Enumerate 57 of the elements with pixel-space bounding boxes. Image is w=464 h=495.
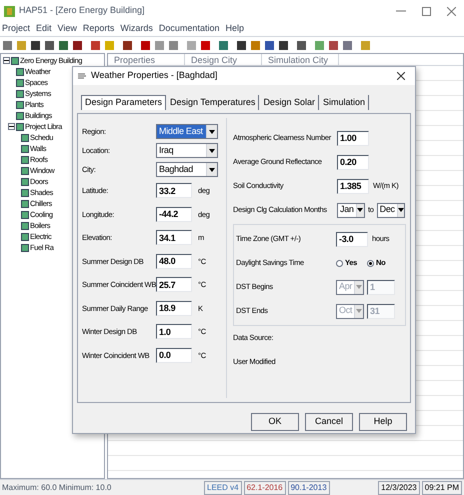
input-field[interactable]: 0.0 [156, 348, 192, 363]
toolbar-icon[interactable] [296, 40, 307, 50]
column-header[interactable]: Simulation City [262, 54, 339, 65]
dropdown[interactable]: Jan [337, 202, 365, 218]
menu-item[interactable]: Edit [36, 22, 52, 36]
dropdown[interactable]: Middle East [156, 124, 218, 139]
dropdown[interactable]: Dec [376, 202, 405, 218]
menu-item[interactable]: Wizards [120, 22, 153, 36]
window-title: HAP51 - [Zero Energy Building] [19, 4, 145, 18]
tab[interactable]: Design Parameters [81, 95, 166, 110]
dropdown[interactable]: Baghdad [156, 162, 218, 177]
column-header[interactable]: Design City [185, 54, 262, 65]
input-field[interactable]: 33.2 [156, 183, 192, 198]
menu-item[interactable]: View [58, 22, 77, 36]
input-field[interactable]: -44.2 [156, 206, 192, 222]
input-field[interactable]: 1.385 [337, 178, 369, 194]
input-field[interactable]: 18.9 [156, 300, 192, 316]
toolbar-icon[interactable] [122, 40, 133, 50]
menu-item[interactable]: Project [2, 22, 30, 36]
status-badge: 90.1-2013 [288, 480, 330, 494]
input-field[interactable]: 1.0 [156, 324, 192, 340]
app-icon [4, 6, 15, 16]
dialog-button[interactable]: Cancel [305, 413, 353, 431]
maximize-icon[interactable] [422, 6, 431, 16]
status-badge: 62.1-2016 [244, 480, 286, 494]
toolbar-icon[interactable] [90, 40, 101, 50]
toolbar-icon[interactable] [200, 40, 211, 50]
status-time: 09:21 PM [422, 480, 462, 494]
dropdown[interactable]: Iraq [156, 143, 218, 158]
status-badge: LEED v4 [204, 480, 242, 494]
menu-item[interactable]: Help [225, 22, 244, 36]
menu-item[interactable]: Documentation [158, 22, 220, 36]
toolbar-icon[interactable] [140, 40, 151, 50]
dialog-button[interactable]: Help [359, 413, 407, 431]
toolbar-icon[interactable] [278, 40, 289, 50]
toolbar-icon[interactable] [44, 40, 55, 50]
toolbar-icon[interactable] [236, 40, 247, 50]
toolbar-icon[interactable] [328, 40, 339, 50]
toolbar-icon[interactable] [72, 40, 83, 50]
input-field[interactable]: 0.20 [337, 154, 369, 170]
toolbar-icon[interactable] [58, 40, 69, 50]
input-field[interactable]: 34.1 [156, 230, 192, 246]
toolbar-icon[interactable] [264, 40, 275, 50]
collapse-toggle[interactable] [3, 57, 10, 64]
status-date: 12/3/2023 [378, 480, 420, 494]
collapse-toggle[interactable] [8, 123, 15, 130]
input-field[interactable]: 48.0 [156, 254, 192, 269]
dialog-title: Weather Properties - [Baghdad] [91, 69, 218, 82]
menu-item[interactable]: Reports [82, 22, 114, 36]
close-icon[interactable] [397, 72, 405, 80]
input-field[interactable]: -3.0 [336, 232, 368, 246]
column-header[interactable]: Properties [108, 54, 185, 65]
status-message: Maximum: 60.0 Minimum: 10.0 [2, 482, 112, 494]
dialog-button[interactable]: OK [251, 413, 299, 431]
input-field[interactable]: 1.00 [337, 130, 369, 146]
toolbar-icon[interactable] [30, 40, 41, 50]
input-field[interactable]: 25.7 [156, 277, 192, 292]
